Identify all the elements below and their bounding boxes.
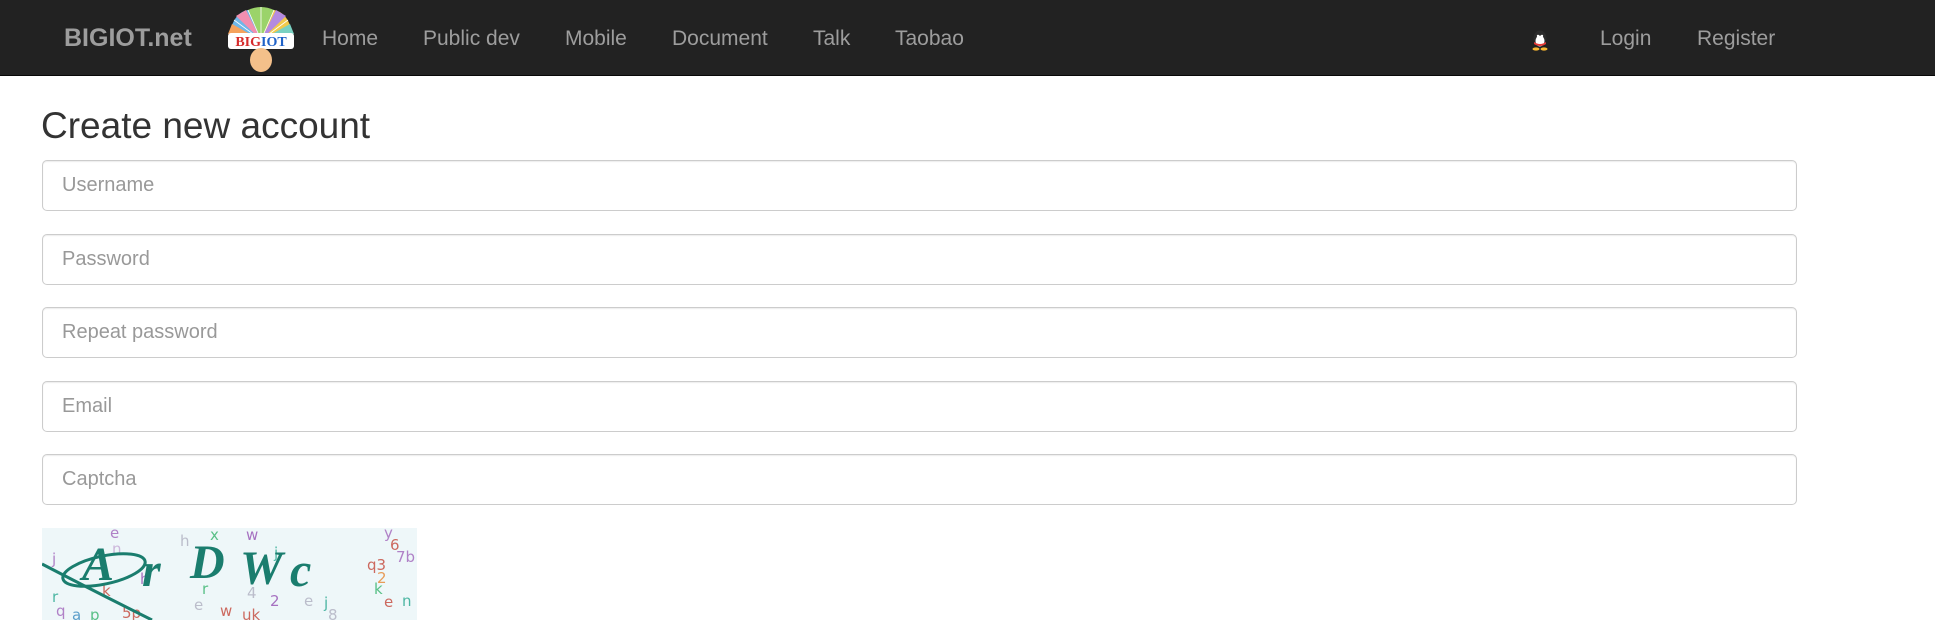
captcha-char: W <box>240 542 286 595</box>
nav-login[interactable]: Login <box>1600 26 1651 52</box>
nav-talk[interactable]: Talk <box>813 26 850 52</box>
svg-text:p: p <box>90 606 100 620</box>
svg-text:e: e <box>194 596 203 614</box>
captcha-image[interactable]: j e n h x w j y 6 7b q3 2 k e n h k r q … <box>42 528 417 620</box>
svg-text:w: w <box>220 602 232 620</box>
svg-text:n: n <box>402 592 412 610</box>
captcha-char: A <box>79 538 114 591</box>
captcha-char: r <box>142 544 162 597</box>
username-input[interactable] <box>42 160 1797 211</box>
nav-mobile[interactable]: Mobile <box>565 26 627 52</box>
nav-public-dev[interactable]: Public dev <box>423 26 520 52</box>
top-navbar: BIGIOT.net BIGIOT Home Public dev Mobile… <box>0 0 1935 76</box>
svg-text:q: q <box>56 602 66 620</box>
repeat-password-input[interactable] <box>42 307 1797 358</box>
svg-text:k: k <box>374 580 383 598</box>
svg-text:8: 8 <box>328 606 338 620</box>
nav-home[interactable]: Home <box>322 26 378 52</box>
svg-text:j: j <box>51 550 56 568</box>
captcha-input[interactable] <box>42 454 1797 505</box>
captcha-char: c <box>290 544 311 597</box>
svg-text:a: a <box>72 606 81 620</box>
email-input[interactable] <box>42 381 1797 432</box>
nav-taobao[interactable]: Taobao <box>895 26 964 52</box>
nav-document[interactable]: Document <box>672 26 768 52</box>
qq-penguin-icon[interactable] <box>1530 29 1550 51</box>
nav-register[interactable]: Register <box>1697 26 1775 52</box>
svg-text:h: h <box>180 532 190 550</box>
svg-text:e: e <box>384 593 393 611</box>
svg-text:uk: uk <box>242 606 261 620</box>
password-input[interactable] <box>42 234 1797 285</box>
brand-link[interactable]: BIGIOT.net <box>64 24 192 52</box>
logo-text: BIGIOT <box>235 35 287 50</box>
bigiot-logo[interactable]: BIGIOT <box>226 6 296 72</box>
captcha-char: D <box>189 536 225 589</box>
svg-text:7b: 7b <box>396 548 415 566</box>
page-title: Create new account <box>41 105 371 146</box>
